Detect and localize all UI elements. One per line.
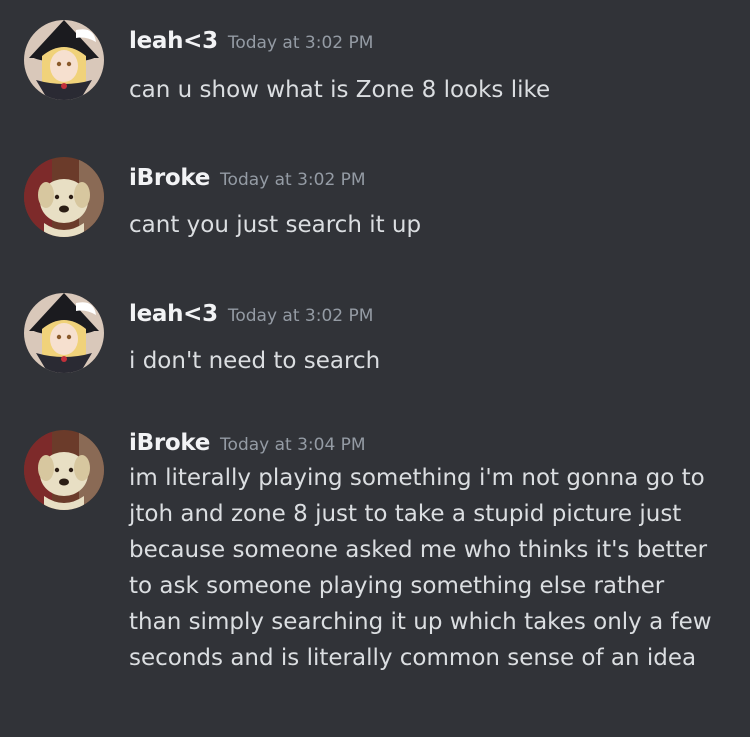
timestamp[interactable]: Today at 3:02 PM <box>228 33 374 53</box>
message-content: can u show what is Zone 8 looks like <box>129 77 551 103</box>
avatar[interactable] <box>24 293 104 373</box>
anime-girl-avatar-icon <box>24 293 104 373</box>
avatar[interactable] <box>24 20 104 100</box>
message-line: jtoh and zone 8 just to take a stupid pi… <box>129 501 682 527</box>
timestamp[interactable]: Today at 3:02 PM <box>220 170 366 190</box>
username[interactable]: leah<3 <box>129 301 218 327</box>
timestamp[interactable]: Today at 3:04 PM <box>220 435 366 455</box>
message-header: iBroke Today at 3:02 PM <box>129 165 366 191</box>
message-header: iBroke Today at 3:04 PM <box>129 430 366 456</box>
message-header: leah<3 Today at 3:02 PM <box>129 28 373 54</box>
message-content: cant you just search it up <box>129 212 422 238</box>
message-content: i don't need to search <box>129 348 381 374</box>
message-line: than simply searching it up which takes … <box>129 609 712 635</box>
avatar[interactable] <box>24 157 104 237</box>
dog-avatar-icon <box>24 430 104 510</box>
timestamp[interactable]: Today at 3:02 PM <box>228 306 374 326</box>
message-line: because someone asked me who thinks it's… <box>129 537 708 563</box>
message-line: seconds and is literally common sense of… <box>129 645 697 671</box>
username[interactable]: leah<3 <box>129 28 218 54</box>
avatar[interactable] <box>24 430 104 510</box>
dog-avatar-icon <box>24 157 104 237</box>
username[interactable]: iBroke <box>129 430 210 456</box>
message-line: im literally playing something i'm not g… <box>129 465 705 491</box>
anime-girl-avatar-icon <box>24 20 104 100</box>
message-header: leah<3 Today at 3:02 PM <box>129 301 373 327</box>
username[interactable]: iBroke <box>129 165 210 191</box>
message-content: im literally playing something i'm not g… <box>129 460 729 676</box>
message-line: to ask someone playing something else ra… <box>129 573 665 599</box>
